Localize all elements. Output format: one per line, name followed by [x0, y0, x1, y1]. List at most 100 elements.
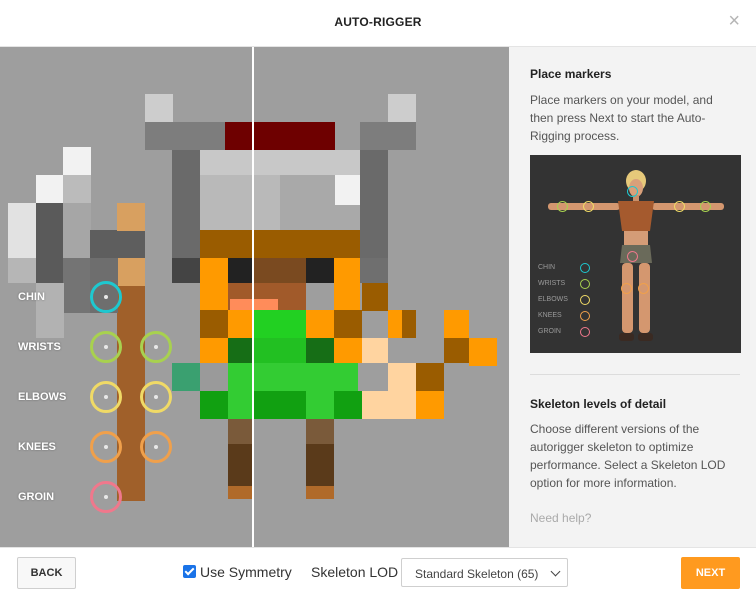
wrists-marker-label: WRISTS: [18, 341, 61, 353]
symmetry-label: Use Symmetry: [200, 564, 292, 580]
preview-groin-ring: [627, 251, 638, 262]
voxel-block: [63, 203, 91, 258]
chevron-down-icon: [550, 566, 561, 577]
preview-legend-wrists: WRISTS: [538, 280, 566, 287]
preview-wrist-ring: [557, 201, 568, 212]
preview-wrist-ring: [700, 201, 711, 212]
voxel-block: [253, 391, 306, 419]
voxel-block: [362, 391, 388, 419]
chin-marker[interactable]: [90, 281, 122, 313]
elbow-marker-dot: [104, 395, 108, 399]
voxel-block: [306, 338, 334, 366]
preview-chin-ring: [627, 186, 638, 197]
voxel-block: [145, 94, 173, 122]
voxel-block: [228, 486, 253, 499]
elbow-marker-dot: [154, 395, 158, 399]
voxel-block: [63, 175, 91, 203]
title-bar: AUTO-RIGGER ×: [0, 0, 756, 47]
legend-chin-ring: [580, 263, 590, 273]
preview-knee-ring: [621, 283, 632, 294]
wrist-marker-dot: [104, 345, 108, 349]
knee-marker-left[interactable]: [90, 431, 122, 463]
voxel-block: [200, 175, 280, 230]
voxel-block: [362, 283, 388, 311]
legend-elbows-ring: [580, 295, 590, 305]
sidebar-divider: [530, 374, 740, 375]
elbow-marker-right[interactable]: [140, 381, 172, 413]
voxel-block: [360, 150, 388, 260]
close-icon[interactable]: ×: [728, 11, 740, 31]
knee-marker-dot: [104, 445, 108, 449]
knee-marker-right[interactable]: [140, 431, 172, 463]
symmetry-line[interactable]: [252, 47, 254, 547]
preview-legend-chin: CHIN: [538, 264, 556, 271]
preview-legend-knees: KNEES: [538, 312, 562, 319]
voxel-block: [36, 203, 64, 283]
groin-marker-dot: [104, 495, 108, 499]
voxel-block: [200, 391, 228, 419]
voxel-block: [469, 338, 497, 366]
voxel-block: [63, 258, 91, 313]
voxel-block: [306, 419, 334, 444]
voxel-block: [228, 444, 253, 486]
voxel-block: [200, 310, 228, 338]
voxel-block: [200, 230, 360, 258]
elbow-marker-left[interactable]: [90, 381, 122, 413]
voxel-block: [172, 258, 200, 283]
voxel-block: [8, 258, 36, 283]
voxel-block: [225, 122, 335, 150]
place-markers-text: Place markers on your model, and then pr…: [530, 93, 713, 143]
back-button[interactable]: BACK: [17, 557, 76, 589]
voxel-block: [200, 363, 228, 391]
voxel-block: [416, 391, 444, 419]
voxel-block: [228, 391, 253, 419]
voxel-block: [388, 363, 416, 391]
legend-groin-ring: [580, 327, 590, 337]
wrist-marker-left[interactable]: [90, 331, 122, 363]
voxel-block: [36, 175, 64, 203]
elbows-marker-label: ELBOWS: [18, 391, 67, 403]
voxel-block: [253, 258, 306, 283]
voxel-block: [253, 310, 306, 338]
voxel-block: [90, 230, 145, 258]
next-button[interactable]: NEXT: [681, 557, 740, 589]
voxel-block: [306, 310, 334, 338]
preview-knee-ring: [638, 283, 649, 294]
voxel-block: [63, 147, 91, 175]
voxel-block: [253, 338, 306, 366]
voxel-block: [228, 258, 253, 283]
skeleton-lod-select[interactable]: Standard Skeleton (65): [401, 558, 568, 587]
voxel-block: [306, 486, 334, 499]
voxel-block: [145, 122, 225, 150]
chin-marker-dot: [104, 295, 108, 299]
preview-legend-groin: GROIN: [538, 328, 561, 335]
wrist-marker-right[interactable]: [140, 331, 172, 363]
knee-marker-dot: [154, 445, 158, 449]
voxel-block: [334, 391, 362, 419]
voxel-block: [334, 258, 360, 310]
voxel-block: [117, 203, 145, 231]
voxel-block: [228, 363, 358, 391]
voxel-block: [306, 444, 334, 486]
voxel-block: [200, 258, 228, 310]
model-viewport[interactable]: CHIN WRISTS ELBOWS KNEES GROIN: [0, 47, 509, 547]
preview-elbow-ring: [583, 201, 594, 212]
voxel-block: [360, 122, 416, 150]
groin-marker[interactable]: [90, 481, 122, 513]
voxel-block: [362, 338, 388, 363]
voxel-block: [228, 310, 253, 338]
legend-knees-ring: [580, 311, 590, 321]
voxel-block: [8, 203, 36, 258]
sidebar: Place markers Place markers on your mode…: [509, 47, 756, 547]
voxel-block: [388, 310, 402, 338]
groin-marker-label: GROIN: [18, 491, 55, 503]
voxel-block: [444, 338, 469, 363]
wrist-marker-dot: [154, 345, 158, 349]
voxel-block: [360, 258, 388, 283]
reference-model-preview: CHIN WRISTS ELBOWS KNEES GROIN: [530, 155, 741, 353]
voxel-block: [334, 338, 362, 363]
need-help-link[interactable]: Need help?: [530, 511, 591, 525]
symmetry-checkbox[interactable]: [183, 565, 196, 578]
skeleton-lod-label: Skeleton LOD: [311, 564, 399, 580]
voxel-block: [200, 150, 360, 175]
